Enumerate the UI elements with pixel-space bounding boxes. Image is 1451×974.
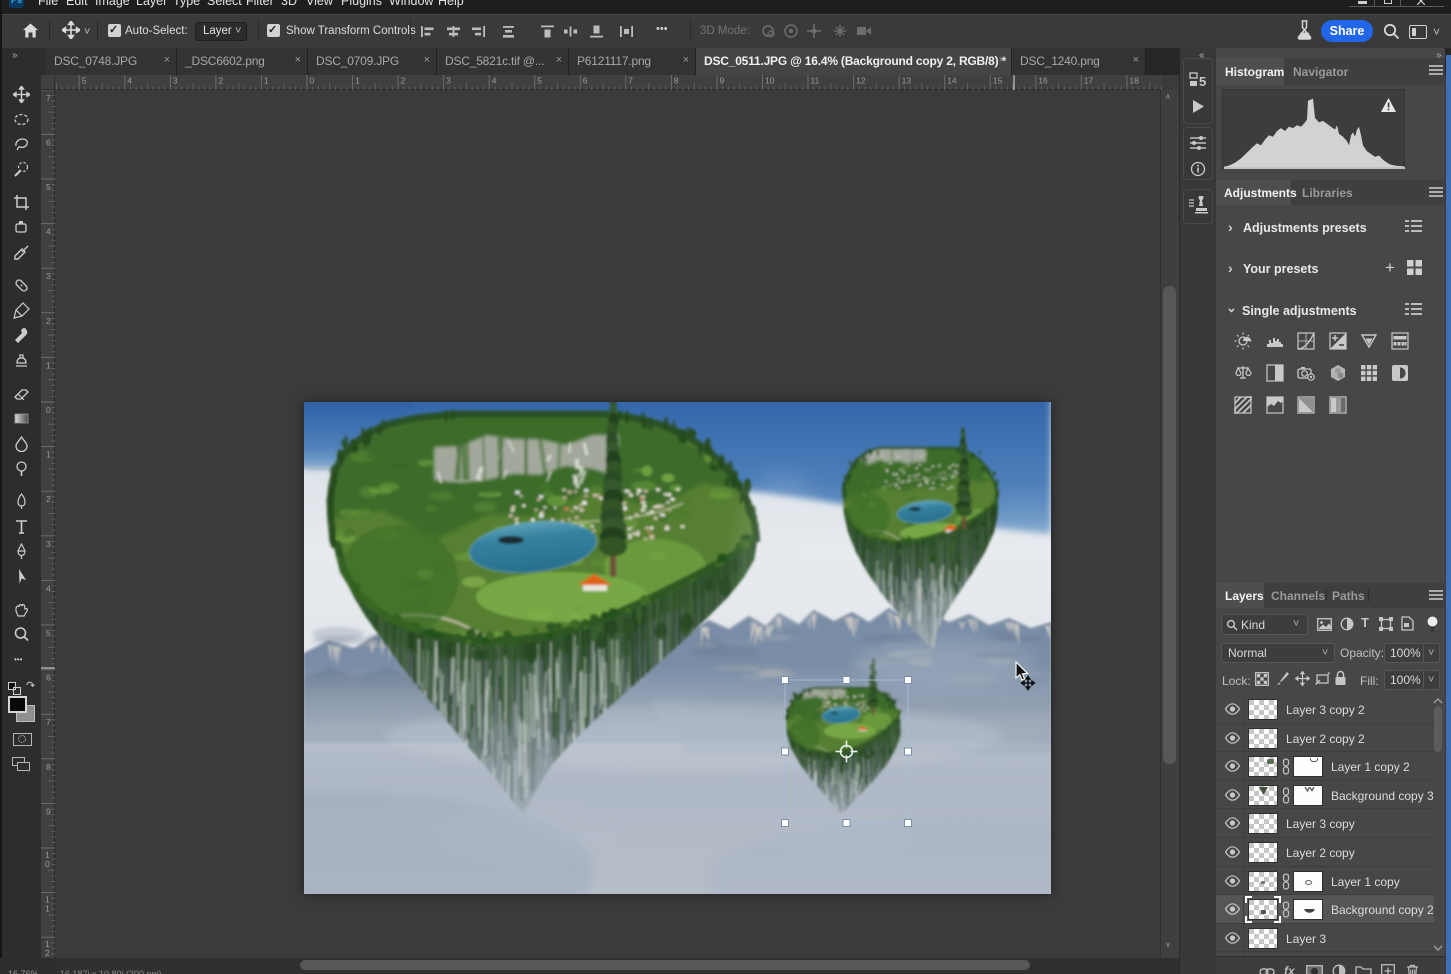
svg-text:8: 8 [674, 76, 679, 86]
svg-text:9: 9 [720, 76, 725, 86]
svg-text:11: 11 [811, 76, 820, 86]
svg-text:1: 1 [355, 76, 360, 86]
svg-text:12: 12 [856, 76, 866, 86]
svg-text:6: 6 [583, 76, 588, 86]
svg-text:3: 3 [46, 271, 51, 281]
svg-text:4: 4 [46, 583, 51, 593]
svg-text:4: 4 [492, 76, 497, 86]
svg-text:5: 5 [1199, 74, 1206, 89]
svg-text:15: 15 [993, 76, 1003, 86]
svg-text:17: 17 [1084, 76, 1094, 86]
svg-text:2: 2 [401, 76, 406, 86]
svg-text:9: 9 [46, 806, 51, 816]
svg-text:3: 3 [46, 539, 51, 549]
svg-text:5: 5 [46, 182, 51, 192]
svg-text:5: 5 [537, 76, 542, 86]
svg-text:2: 2 [218, 76, 223, 86]
svg-text:1: 1 [46, 360, 51, 370]
svg-text:8: 8 [46, 762, 51, 772]
svg-text:4: 4 [46, 227, 51, 237]
svg-text:7: 7 [46, 93, 51, 103]
svg-text:0: 0 [46, 405, 51, 415]
svg-text:7: 7 [628, 76, 633, 86]
svg-text:5: 5 [82, 76, 87, 86]
svg-text:3: 3 [173, 76, 178, 86]
svg-text:10: 10 [765, 76, 775, 86]
svg-text:4: 4 [127, 76, 132, 86]
svg-text:7: 7 [46, 717, 51, 727]
svg-text:6: 6 [46, 137, 51, 147]
svg-text:16: 16 [1038, 76, 1048, 86]
svg-text:6: 6 [46, 673, 51, 683]
svg-text:1: 1 [264, 76, 269, 86]
svg-text:2: 2 [46, 316, 51, 326]
svg-text:2: 2 [46, 494, 51, 504]
svg-text:3: 3 [446, 76, 451, 86]
svg-text:18: 18 [1129, 76, 1139, 86]
svg-text:5: 5 [46, 628, 51, 638]
svg-text:14: 14 [947, 76, 957, 86]
svg-text:0: 0 [45, 859, 50, 869]
svg-text:1: 1 [46, 450, 51, 460]
svg-text:2: 2 [45, 948, 50, 958]
svg-text:13: 13 [902, 76, 912, 86]
svg-text:0: 0 [310, 76, 315, 86]
svg-text:1: 1 [45, 904, 50, 914]
